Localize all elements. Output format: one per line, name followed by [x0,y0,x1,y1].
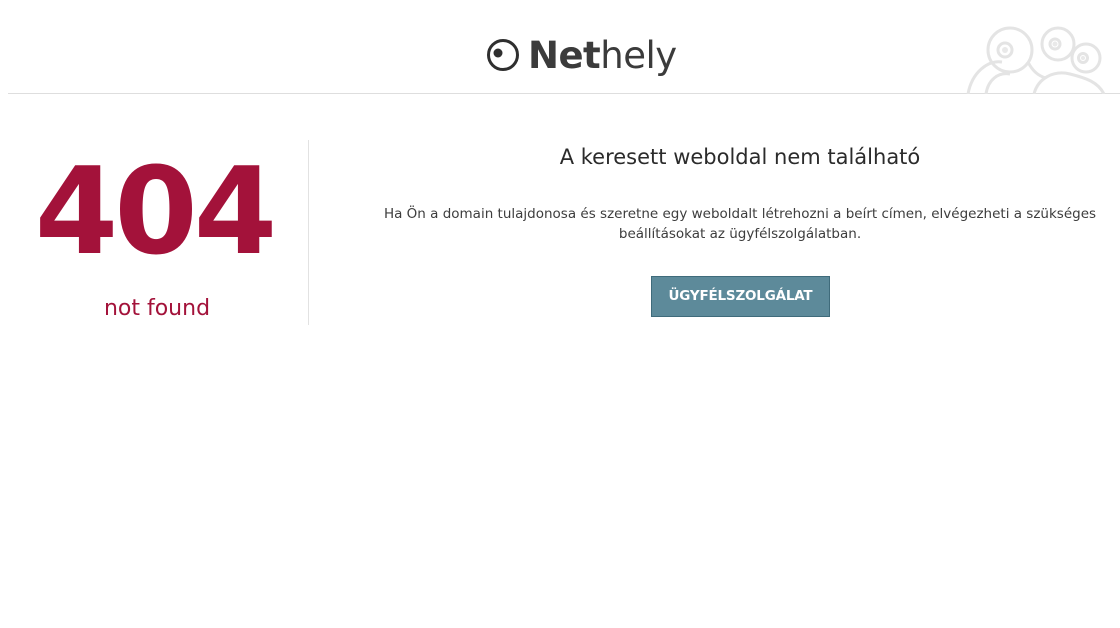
page-title: A keresett weboldal nem található [559,145,921,169]
error-code: 404 [34,143,278,282]
logo-text-regular: hely [600,33,677,77]
customer-service-button[interactable]: ÜGYFÉLSZOLGÁLAT [651,276,830,317]
logo-text: Nethely [528,37,677,74]
error-code-panel: 404 not found [0,140,309,325]
error-subtitle: not found [103,296,211,321]
eye-logo-icon [487,39,519,71]
page-header: Nethely [8,0,1120,94]
error-description: Ha Ön a domain tulajdonosa és szeretne e… [383,206,1097,242]
nethely-logo[interactable]: Nethely [486,30,677,80]
mascot-illustration-icon [966,26,1106,94]
logo-text-bold: Net [528,33,601,77]
